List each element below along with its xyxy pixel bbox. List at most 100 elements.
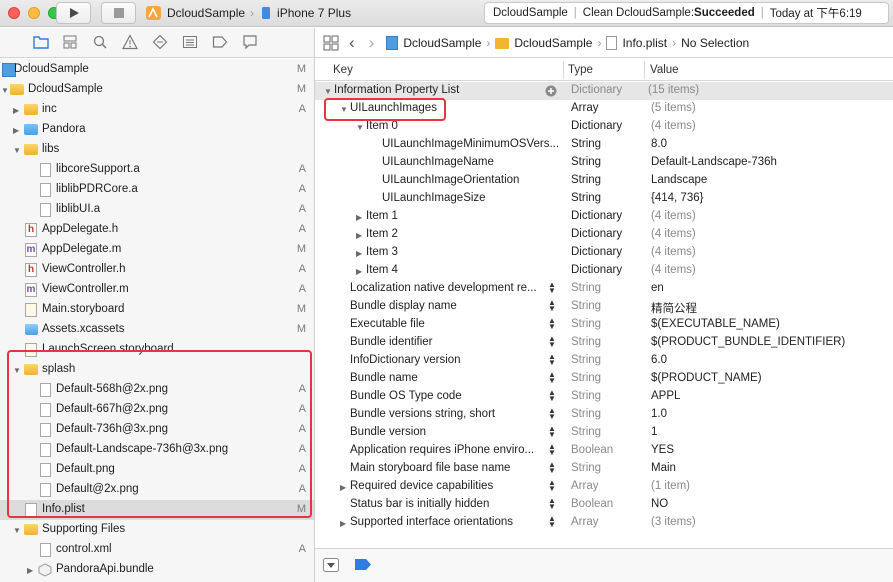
stepper-icon[interactable]: ▲ ▼ — [548, 407, 556, 421]
disclosure-closed-icon[interactable]: ▶ — [340, 519, 346, 528]
stepper-icon[interactable]: ▲ ▼ — [548, 353, 556, 367]
disclosure-open-icon[interactable]: ▼ — [13, 527, 21, 535]
symbol-navigator-icon[interactable] — [62, 34, 80, 50]
plist-value[interactable]: YES — [651, 444, 674, 456]
stepper-icon[interactable]: ▲ ▼ — [548, 371, 556, 385]
tree-item-folder[interactable]: ▶ inc A — [0, 100, 314, 120]
plist-row[interactable]: Main storyboard file base name ▲ ▼ String… — [315, 460, 893, 478]
plist-value[interactable]: {414, 736} — [651, 192, 703, 204]
breakpoint-navigator-icon[interactable] — [212, 34, 230, 50]
tree-item-file[interactable]: Assets.xcassets M — [0, 320, 314, 340]
disclosure-open-icon[interactable]: ▼ — [324, 87, 332, 96]
plist-row[interactable]: ▶ Supported interface orientations ▲ ▼ Ar… — [315, 514, 893, 532]
plist-row[interactable]: ▶ Item 3 Dictionary (4 items) — [315, 244, 893, 262]
disclosure-closed-icon[interactable]: ▶ — [356, 267, 362, 276]
tree-item-project[interactable]: DcloudSample M — [0, 60, 314, 80]
stepper-icon[interactable]: ▲ ▼ — [548, 425, 556, 439]
tree-item-group[interactable]: ▼ libs — [0, 140, 314, 160]
disclosure-closed-icon[interactable]: ▶ — [340, 483, 346, 492]
plist-row[interactable]: Bundle version ▲ ▼ String 1 — [315, 424, 893, 442]
hide-debug-area-icon[interactable] — [323, 558, 339, 572]
minimize-window-button[interactable] — [28, 7, 40, 19]
plist-row[interactable]: UILaunchImageMinimumOSVers... String 8.0 — [315, 136, 893, 154]
project-navigator-icon[interactable] — [33, 34, 51, 50]
stepper-icon[interactable]: ▲ ▼ — [548, 299, 556, 313]
plist-row[interactable]: Bundle display name ▲ ▼ String 精简公程 — [315, 298, 893, 316]
plist-row[interactable]: ▶ Item 4 Dictionary (4 items) — [315, 262, 893, 280]
column-divider[interactable] — [644, 61, 645, 79]
disclosure-closed-icon[interactable]: ▶ — [13, 127, 21, 135]
debug-navigator-icon[interactable] — [182, 34, 200, 50]
issue-navigator-icon[interactable] — [122, 34, 140, 50]
run-button[interactable] — [56, 2, 91, 24]
breadcrumb-group[interactable]: DcloudSample — [514, 36, 592, 50]
test-navigator-icon[interactable] — [152, 34, 170, 50]
plist-value[interactable]: 1 — [651, 426, 657, 438]
stepper-icon[interactable]: ▲ ▼ — [548, 497, 556, 511]
plist-value[interactable]: $(PRODUCT_NAME) — [651, 372, 762, 384]
plist-value[interactable]: Landscape — [651, 174, 707, 186]
plist-row[interactable]: UILaunchImageName String Default-Landsca… — [315, 154, 893, 172]
stepper-icon[interactable]: ▲ ▼ — [548, 281, 556, 295]
breadcrumb-project[interactable]: DcloudSample — [403, 36, 481, 50]
tree-item-folder[interactable]: ▶ Pandora — [0, 120, 314, 140]
tree-item-file[interactable]: control.xml A — [0, 540, 314, 560]
plist-value[interactable]: 6.0 — [651, 354, 667, 366]
column-type[interactable]: Type — [568, 64, 593, 76]
plist-row[interactable]: Application requires iPhone enviro... ▲ ▼… — [315, 442, 893, 460]
disclosure-closed-icon[interactable]: ▶ — [27, 567, 35, 575]
plist-row[interactable]: ▶ Item 2 Dictionary (4 items) — [315, 226, 893, 244]
stop-button[interactable] — [101, 2, 136, 24]
plist-value[interactable]: en — [651, 282, 664, 294]
tree-item-bundle[interactable]: ▶ PandoraApi.bundle — [0, 560, 314, 580]
plist-value[interactable]: 1.0 — [651, 408, 667, 420]
tree-item-group[interactable]: ▼ Supporting Files — [0, 520, 314, 540]
plist-row[interactable]: Status bar is initially hidden ▲ ▼ Boolea… — [315, 496, 893, 514]
column-divider[interactable] — [563, 61, 564, 79]
tree-item-group[interactable]: ▼ DcloudSample M — [0, 80, 314, 100]
plist-row[interactable]: Bundle identifier ▲ ▼ String $(PRODUCT_BU… — [315, 334, 893, 352]
disclosure-open-icon[interactable]: ▼ — [356, 123, 364, 132]
plist-row[interactable]: Bundle versions string, short ▲ ▼ String … — [315, 406, 893, 424]
plist-value[interactable]: 精简公程 — [651, 300, 697, 316]
tree-item-file[interactable]: h AppDelegate.h A — [0, 220, 314, 240]
plist-value[interactable]: APPL — [651, 390, 680, 402]
tree-item-file[interactable]: m ViewController.m A — [0, 280, 314, 300]
column-key[interactable]: Key — [333, 64, 353, 76]
tree-item-file[interactable]: Main.storyboard M — [0, 300, 314, 320]
disclosure-closed-icon[interactable]: ▶ — [356, 231, 362, 240]
plist-row[interactable]: ▶ Item 1 Dictionary (4 items) — [315, 208, 893, 226]
plist-row[interactable]: InfoDictionary version ▲ ▼ String 6.0 — [315, 352, 893, 370]
plist-row[interactable]: Localization native development re... ▲ ▼… — [315, 280, 893, 298]
plist-value[interactable]: $(EXECUTABLE_NAME) — [651, 318, 780, 330]
plist-row[interactable]: UILaunchImageSize String {414, 736} — [315, 190, 893, 208]
find-navigator-icon[interactable] — [92, 34, 110, 50]
stepper-icon[interactable]: ▲ ▼ — [548, 479, 556, 493]
disclosure-closed-icon[interactable]: ▶ — [13, 107, 21, 115]
stepper-icon[interactable]: ▲ ▼ — [548, 389, 556, 403]
plist-value[interactable]: NO — [651, 498, 668, 510]
column-value[interactable]: Value — [650, 64, 679, 76]
close-window-button[interactable] — [8, 7, 20, 19]
plist-row[interactable]: ▶ Required device capabilities ▲ ▼ Array … — [315, 478, 893, 496]
tree-item-file[interactable]: libcoreSupport.a A — [0, 160, 314, 180]
stepper-icon[interactable]: ▲ ▼ — [548, 335, 556, 349]
plist-value[interactable]: Default-Landscape-736h — [651, 156, 777, 168]
tree-item-file[interactable]: h ViewController.h A — [0, 260, 314, 280]
add-item-icon[interactable] — [545, 85, 557, 97]
report-navigator-icon[interactable] — [242, 34, 260, 50]
related-items-icon[interactable] — [323, 35, 339, 51]
back-arrow-icon[interactable]: ‹ — [349, 33, 355, 53]
plist-value[interactable]: $(PRODUCT_BUNDLE_IDENTIFIER) — [651, 336, 845, 348]
disclosure-open-icon[interactable]: ▼ — [1, 87, 9, 95]
scheme-selector[interactable]: DcloudSample › iPhone 7 Plus — [145, 2, 356, 24]
disclosure-open-icon[interactable]: ▼ — [13, 147, 21, 155]
tree-item-file[interactable]: liblibUI.a A — [0, 200, 314, 220]
plist-row[interactable]: UILaunchImageOrientation String Landscap… — [315, 172, 893, 190]
breadcrumb-file[interactable]: Info.plist — [622, 36, 667, 50]
plist-row[interactable]: Bundle OS Type code ▲ ▼ String APPL — [315, 388, 893, 406]
plist-value[interactable]: 8.0 — [651, 138, 667, 150]
disclosure-closed-icon[interactable]: ▶ — [356, 213, 362, 222]
plist-value[interactable]: Main — [651, 462, 676, 474]
plist-row[interactable]: Executable file ▲ ▼ String $(EXECUTABLE_N… — [315, 316, 893, 334]
